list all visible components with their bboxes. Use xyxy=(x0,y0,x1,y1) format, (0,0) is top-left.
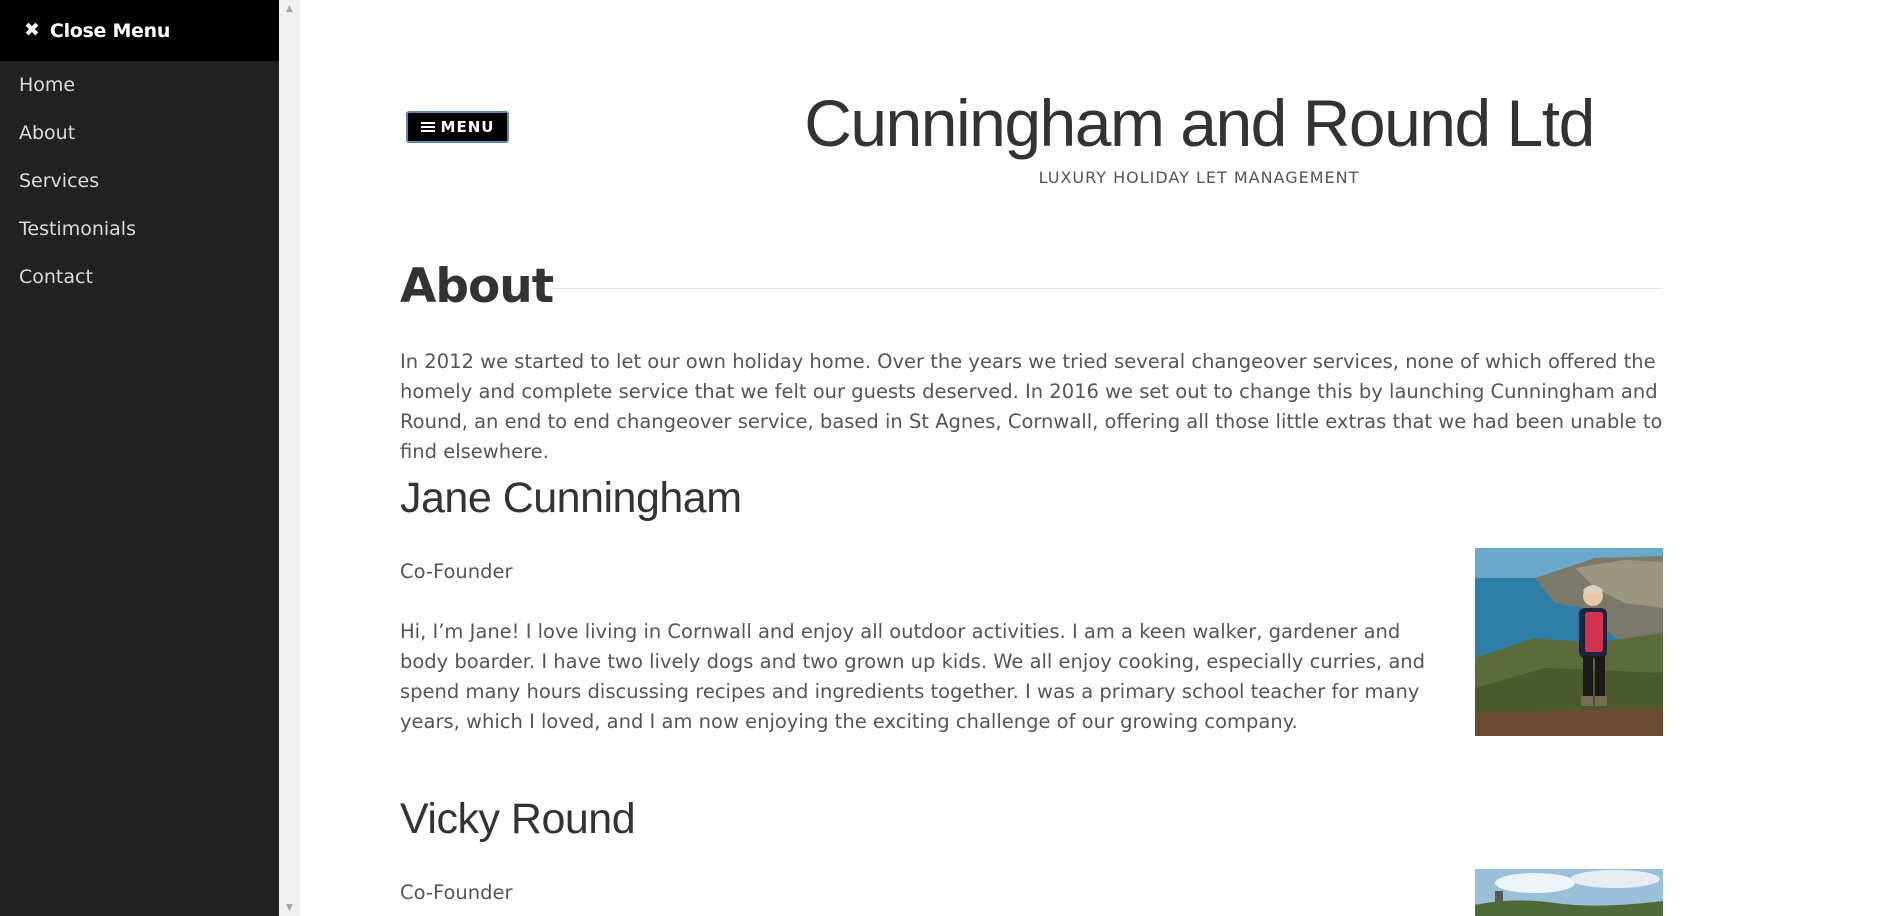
sidebar-item-services[interactable]: Services xyxy=(0,157,279,205)
scroll-up-arrow-icon[interactable]: ▲ xyxy=(279,0,300,17)
scroll-down-arrow-icon[interactable]: ▼ xyxy=(279,899,300,916)
sidebar-item-testimonials[interactable]: Testimonials xyxy=(0,205,279,253)
person-role-jane: Co-Founder xyxy=(400,560,513,583)
off-canvas-menu: ✖ Close Menu Home About Services Testimo… xyxy=(0,0,279,916)
main-content: MENU Cunningham and Round Ltd LUXURY HOL… xyxy=(300,0,1897,916)
photo-jane-cunningham xyxy=(1475,548,1663,736)
hamburger-icon xyxy=(420,120,435,134)
landscape-photo xyxy=(1475,869,1663,916)
person-bio-jane: Hi, I’m Jane! I love living in Cornwall … xyxy=(400,620,1426,733)
coastal-walker-photo xyxy=(1475,548,1663,736)
close-menu-button[interactable]: ✖ Close Menu xyxy=(0,0,279,61)
menu-toggle-button[interactable]: MENU xyxy=(406,111,509,143)
close-icon: ✖ xyxy=(24,19,40,41)
site-title[interactable]: Cunningham and Round Ltd xyxy=(749,78,1649,168)
page-title: About xyxy=(400,259,554,314)
photo-vicky-round xyxy=(1475,869,1663,916)
person-name-vicky: Vicky Round xyxy=(400,795,636,843)
person-role-vicky: Co-Founder xyxy=(400,881,513,904)
person-name-jane: Jane Cunningham xyxy=(400,474,742,522)
about-intro: In 2012 we started to let our own holida… xyxy=(400,350,1663,463)
sidebar-item-home[interactable]: Home xyxy=(0,61,279,109)
sidebar-item-contact[interactable]: Contact xyxy=(0,253,279,301)
close-menu-label: Close Menu xyxy=(49,19,171,42)
sidebar-item-about[interactable]: About xyxy=(0,109,279,157)
menu-button-label: MENU xyxy=(440,118,495,136)
vertical-scrollbar[interactable]: ▲ ▼ xyxy=(279,0,300,916)
sidebar-nav: Home About Services Testimonials Contact xyxy=(0,61,279,301)
site-tagline: LUXURY HOLIDAY LET MANAGEMENT xyxy=(1038,168,1360,187)
title-divider xyxy=(550,288,1663,289)
